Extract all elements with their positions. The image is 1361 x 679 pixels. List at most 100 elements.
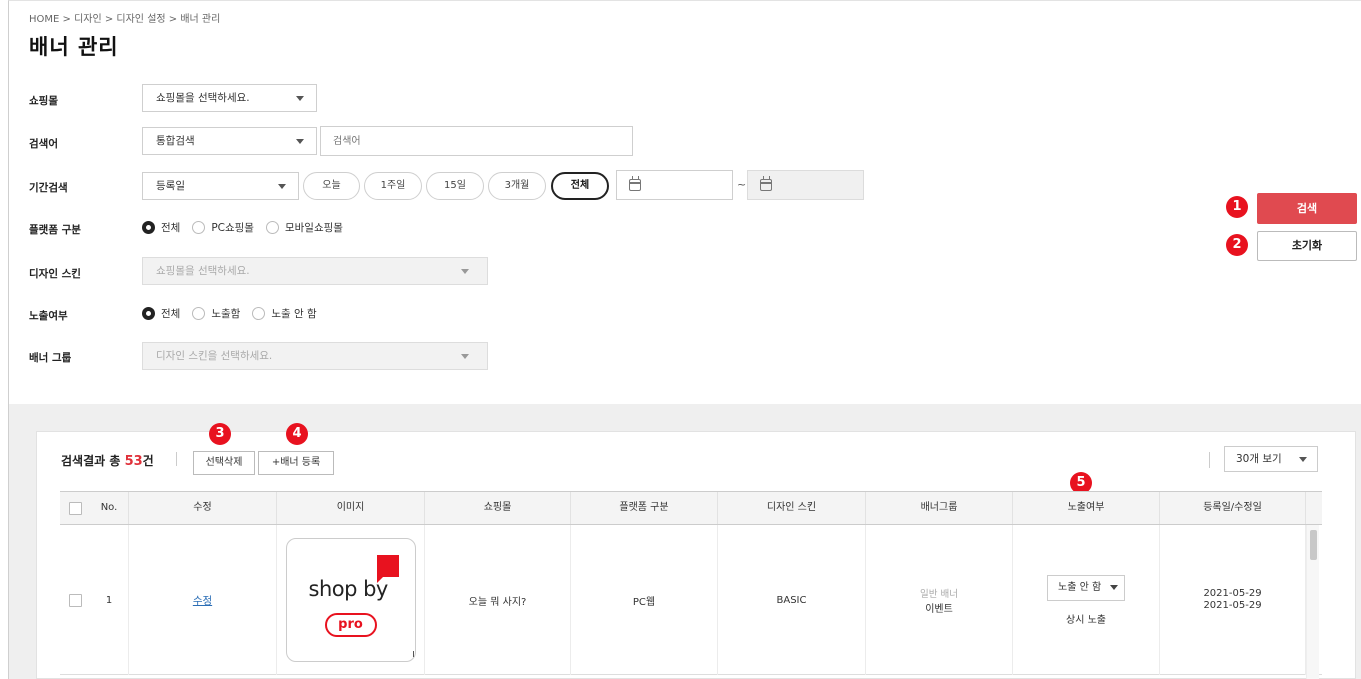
row-image-cell: shop by pro <box>277 525 425 675</box>
banner-thumbnail[interactable]: shop by pro <box>285 538 416 662</box>
date-info: 2021-05-29 2021-05-29 <box>1203 588 1261 612</box>
chevron-down-icon <box>278 184 286 189</box>
group-type: 일반 배너 <box>920 588 958 600</box>
group-info: 일반 배너 이벤트 <box>920 586 958 615</box>
group-name: 이벤트 <box>925 603 953 615</box>
platform-option-label: 모바일쇼핑몰 <box>284 222 343 234</box>
radio-off-icon <box>252 307 266 320</box>
result-unit: 건 <box>142 454 154 468</box>
keyword-label: 검색어 <box>29 138 58 150</box>
exposure-radio-all[interactable]: 전체 <box>142 306 180 321</box>
exposure-info: 노출 안 함 상시 노출 <box>1047 574 1125 626</box>
period-type-value: 등록일 <box>156 180 185 192</box>
header-no: No. <box>90 492 129 524</box>
divider <box>1209 452 1210 468</box>
exposure-radio-show[interactable]: 노출함 <box>192 306 240 321</box>
breadcrumb: HOME > 디자인 > 디자인 설정 > 배너 관리 <box>29 14 221 25</box>
header-platform: 플랫폼 구분 <box>571 492 718 524</box>
start-date-field[interactable] <box>616 170 733 200</box>
keyword-type-value: 통합검색 <box>156 135 195 147</box>
row-date-cell: 2021-05-29 2021-05-29 <box>1160 525 1306 675</box>
platform-radio-mobile[interactable]: 모바일쇼핑몰 <box>265 220 343 235</box>
edit-link[interactable]: 수정 <box>193 593 212 608</box>
platform-label: 플랫폼 구분 <box>29 224 81 236</box>
divider <box>176 452 177 466</box>
modified-date: 2021-05-29 <box>1203 600 1262 611</box>
chevron-down-icon <box>461 354 469 359</box>
exposure-select-value: 노출 안 함 <box>1058 581 1102 593</box>
chevron-down-icon <box>1110 584 1118 590</box>
radio-off-icon <box>192 307 206 320</box>
exposure-option-label: 노출 안 함 <box>271 308 317 320</box>
row-group-cell: 일반 배너 이벤트 <box>866 525 1013 675</box>
page-size-select[interactable]: 30개 보기 <box>1224 446 1318 472</box>
resize-handle-icon <box>411 651 414 657</box>
delete-selected-button[interactable]: 선택삭제 <box>193 451 255 475</box>
period-type-select[interactable]: 등록일 <box>142 172 299 200</box>
header-image: 이미지 <box>277 492 425 524</box>
table-row: 1 수정 shop by pro 오늘 뭐 사지? PC웹 BASIC 일반 배… <box>60 525 1322 675</box>
keyword-input[interactable] <box>320 126 633 156</box>
exposure-label: 노출여부 <box>29 310 68 322</box>
mall-select[interactable]: 쇼핑몰을 선택하세요. <box>142 84 317 112</box>
platform-radio-all[interactable]: 전체 <box>142 220 180 235</box>
chevron-down-icon <box>1299 457 1307 462</box>
radio-on-icon <box>142 221 155 234</box>
callout-badge: 4 <box>286 423 308 445</box>
callout-badge: 2 <box>1226 234 1248 256</box>
group-select: 디자인 스킨을 선택하세요. <box>142 342 488 370</box>
table-scrollbar[interactable] <box>1306 525 1319 679</box>
row-exposure-cell: 노출 안 함 상시 노출 <box>1013 525 1160 675</box>
end-date-field <box>747 170 864 200</box>
chevron-down-icon <box>296 139 304 144</box>
radio-off-icon <box>265 221 279 234</box>
row-skin: BASIC <box>718 525 866 675</box>
select-all-checkbox[interactable] <box>68 501 82 515</box>
row-no: 1 <box>90 525 129 675</box>
platform-radio-group: 전체 PC쇼핑몰 모바일쇼핑몰 <box>142 220 355 235</box>
period-pill-all[interactable]: 전체 <box>551 172 609 200</box>
callout-badge: 1 <box>1226 196 1248 218</box>
period-pill-3months[interactable]: 3개월 <box>488 172 546 200</box>
period-pill-today[interactable]: 오늘 <box>303 172 360 200</box>
calendar-icon <box>760 176 772 191</box>
skin-label: 디자인 스킨 <box>29 268 81 280</box>
exposure-select[interactable]: 노출 안 함 <box>1047 574 1125 601</box>
skin-select: 쇼핑몰을 선택하세요. <box>142 257 488 285</box>
reset-button[interactable]: 초기화 <box>1257 231 1357 261</box>
select-all-cell <box>60 492 90 524</box>
result-prefix: 검색결과 총 <box>61 454 121 468</box>
scrollbar-thumb[interactable] <box>1310 530 1317 560</box>
result-summary: 검색결과 총 53건 <box>61 452 154 469</box>
calendar-icon[interactable] <box>629 176 641 191</box>
period-pill-15days[interactable]: 15일 <box>426 172 484 200</box>
keyword-type-select[interactable]: 통합검색 <box>142 127 317 155</box>
exposure-option-label: 전체 <box>161 308 181 320</box>
exposure-status: 상시 노출 <box>1066 614 1106 626</box>
row-mall: 오늘 뭐 사지? <box>425 525 571 675</box>
shopby-logo-text: shop by <box>308 577 389 601</box>
exposure-radio-hide[interactable]: 노출 안 함 <box>252 306 317 321</box>
row-edit-cell: 수정 <box>129 525 277 675</box>
callout-badge: 3 <box>209 423 231 445</box>
chevron-down-icon <box>296 96 304 101</box>
mall-select-value: 쇼핑몰을 선택하세요. <box>156 92 250 104</box>
pro-logo-badge: pro <box>324 613 377 637</box>
radio-off-icon <box>192 221 206 234</box>
period-label: 기간검색 <box>29 182 68 194</box>
platform-radio-pc[interactable]: PC쇼핑몰 <box>192 220 254 235</box>
row-check-cell <box>60 525 90 675</box>
header-edit: 수정 <box>129 492 277 524</box>
search-button[interactable]: 검색 <box>1257 193 1357 224</box>
skin-select-value: 쇼핑몰을 선택하세요. <box>156 265 250 277</box>
group-label: 배너 그룹 <box>29 352 72 364</box>
period-pill-1week[interactable]: 1주일 <box>364 172 422 200</box>
header-exposure: 노출여부 <box>1013 492 1160 524</box>
date-range-separator: ~ <box>737 178 747 191</box>
add-banner-button[interactable]: +배너 등록 <box>258 451 334 475</box>
page-size-value: 30개 보기 <box>1236 453 1282 465</box>
row-checkbox[interactable] <box>68 593 82 607</box>
table-header: No. 수정 이미지 쇼핑몰 플랫폼 구분 디자인 스킨 배너그룹 노출여부 등… <box>60 491 1322 525</box>
header-date: 등록일/수정일 <box>1160 492 1306 524</box>
header-group: 배너그룹 <box>866 492 1013 524</box>
